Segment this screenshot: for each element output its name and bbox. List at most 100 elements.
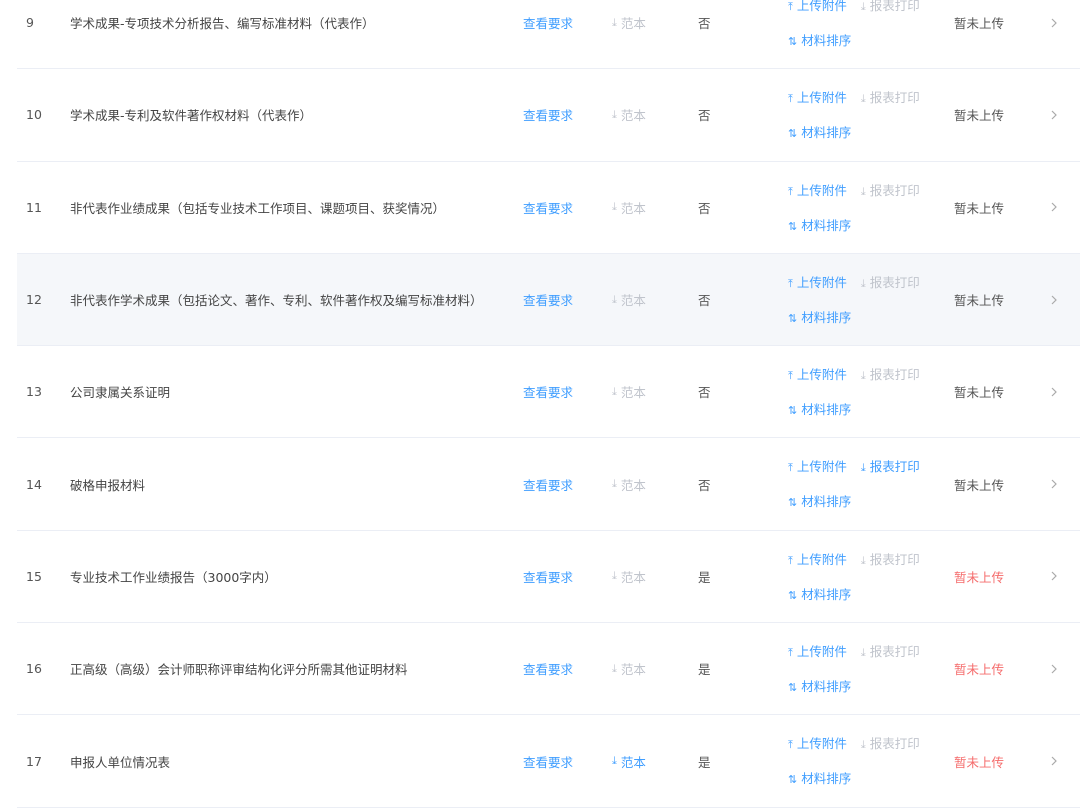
download-icon: ⤓ [860,553,866,567]
row-index: 9 [26,15,34,31]
print-report-button[interactable]: ⤓ 报表打印 [861,275,920,290]
upload-status: 暂未上传 [954,200,1005,216]
view-requirements-link[interactable]: 查看要求 [523,438,573,529]
upload-icon: ⤒ [788,738,793,752]
upload-attachment-button[interactable]: ⤒ 上传附件 [788,275,851,290]
row-expand-button[interactable] [1049,254,1059,345]
sort-materials-button[interactable]: ⇅ 材料排序 [788,33,851,48]
download-icon: ⤓ [860,369,866,383]
sort-materials-button[interactable]: ⇅ 材料排序 [788,494,851,509]
print-label: 报表打印 [869,644,920,660]
chevron-right-icon [1051,756,1057,766]
upload-attachment-button[interactable]: ⤒ 上传附件 [788,90,851,105]
print-report-button[interactable]: ⤓ 报表打印 [861,552,920,567]
sort-label: 材料排序 [801,679,852,695]
download-icon: ⤓ [612,107,617,121]
sample-download-link[interactable]: ⤓ 范本 [612,531,646,622]
row-index: 17 [26,753,42,769]
view-requirements-link[interactable]: 查看要求 [523,0,573,68]
print-label: 报表打印 [869,367,920,383]
row-index: 15 [26,568,42,584]
view-requirements-link[interactable]: 查看要求 [523,531,573,622]
download-icon: ⤓ [860,276,866,290]
table-row: 17 申报人单位情况表 查看要求 ⤓ 范本 是 ⤒ 上传附件 ⤓ 报表打印 ⇅ 材料排… [17,715,1080,808]
print-label: 报表打印 [869,551,920,567]
view-requirements-link[interactable]: 查看要求 [523,623,573,714]
upload-attachment-button[interactable]: ⤒ 上传附件 [788,183,851,198]
upload-attachment-button[interactable]: ⤒ 上传附件 [788,736,851,751]
print-report-button[interactable]: ⤓ 报表打印 [861,367,920,382]
sort-materials-button[interactable]: ⇅ 材料排序 [788,679,851,694]
print-report-button[interactable]: ⤓ 报表打印 [861,736,920,751]
sort-materials-button[interactable]: ⇅ 材料排序 [788,587,851,602]
print-report-button[interactable]: ⤓ 报表打印 [861,459,920,474]
upload-icon: ⤒ [788,92,793,106]
sample-download-link[interactable]: ⤓ 范本 [612,438,646,529]
sample-label: 范本 [620,293,646,309]
row-index: 16 [26,661,42,677]
chevron-right-icon [1051,295,1057,304]
sort-icon: ⇅ [788,496,798,510]
upload-attachment-button[interactable]: ⤒ 上传附件 [788,367,851,382]
download-icon: ⤓ [860,461,866,475]
sort-label: 材料排序 [801,217,852,233]
sample-download-link[interactable]: ⤓ 范本 [612,69,646,160]
download-icon: ⤓ [612,200,617,214]
sample-label: 范本 [620,108,646,124]
sample-download-link[interactable]: ⤓ 范本 [612,346,646,437]
view-requirements-link[interactable]: 查看要求 [523,162,573,253]
row-expand-button[interactable] [1049,0,1059,68]
sort-materials-button[interactable]: ⇅ 材料排序 [788,771,851,786]
sort-materials-button[interactable]: ⇅ 材料排序 [788,310,851,325]
upload-attachment-button[interactable]: ⤒ 上传附件 [788,459,851,474]
sample-download-link[interactable]: ⤓ 范本 [612,715,646,806]
upload-attachment-button[interactable]: ⤒ 上传附件 [788,552,851,567]
view-requirements-link[interactable]: 查看要求 [523,69,573,160]
chevron-right-icon [1051,479,1057,489]
material-name: 学术成果-专项技术分析报告、编写标准材料（代表作） [70,16,375,32]
upload-status: 暂未上传 [954,108,1005,124]
table-row: 12 非代表作学术成果（包括论文、著作、专利、软件著作权及编写标准材料） 查看要… [17,253,1080,347]
sort-label: 材料排序 [801,125,852,141]
print-report-button[interactable]: ⤓ 报表打印 [861,644,920,659]
sort-materials-button[interactable]: ⇅ 材料排序 [788,402,851,417]
print-report-button[interactable]: ⤓ 报表打印 [861,0,920,13]
sample-label: 范本 [620,200,646,216]
row-expand-button[interactable] [1049,69,1059,160]
row-expand-button[interactable] [1049,531,1059,622]
view-requirements-link[interactable]: 查看要求 [523,254,573,345]
upload-attachment-button[interactable]: ⤒ 上传附件 [788,0,851,13]
sample-download-link[interactable]: ⤓ 范本 [612,162,646,253]
upload-label: 上传附件 [796,367,847,383]
print-report-button[interactable]: ⤓ 报表打印 [861,90,920,105]
row-expand-button[interactable] [1049,438,1059,529]
table-row: 14 破格申报材料 查看要求 ⤓ 范本 否 ⤒ 上传附件 ⤓ 报表打印 ⇅ 材料排序 [17,438,1080,531]
table-row: 10 学术成果-专利及软件著作权材料（代表作） 查看要求 ⤓ 范本 否 ⤒ 上传附… [17,69,1080,162]
required-flag: 否 [698,200,711,216]
row-expand-button[interactable] [1049,346,1059,437]
sample-download-link[interactable]: ⤓ 范本 [612,0,646,68]
sort-materials-button[interactable]: ⇅ 材料排序 [788,125,851,140]
required-flag: 否 [698,16,711,32]
sort-materials-button[interactable]: ⇅ 材料排序 [788,218,851,233]
print-label: 报表打印 [869,459,920,475]
row-expand-button[interactable] [1049,715,1059,806]
material-name: 非代表作业绩成果（包括专业技术工作项目、课题项目、获奖情况） [70,200,446,216]
sample-download-link[interactable]: ⤓ 范本 [612,623,646,714]
download-icon: ⤓ [612,477,617,491]
print-label: 报表打印 [869,274,920,290]
view-requirements-link[interactable]: 查看要求 [523,346,573,437]
upload-attachment-button[interactable]: ⤒ 上传附件 [788,644,851,659]
sample-download-link[interactable]: ⤓ 范本 [612,254,646,345]
row-expand-button[interactable] [1049,623,1059,714]
table-row: 16 正高级（高级）会计师职称评审结构化评分所需其他证明材料 查看要求 ⤓ 范本… [17,623,1080,716]
upload-label: 上传附件 [796,459,847,475]
download-icon: ⤓ [612,569,617,583]
row-expand-button[interactable] [1049,162,1059,253]
print-report-button[interactable]: ⤓ 报表打印 [861,183,920,198]
view-requirements-link[interactable]: 查看要求 [523,715,573,806]
download-icon: ⤓ [612,292,617,306]
upload-status: 暂未上传 [954,385,1005,401]
upload-label: 上传附件 [796,274,847,290]
upload-status: 暂未上传 [954,662,1005,678]
